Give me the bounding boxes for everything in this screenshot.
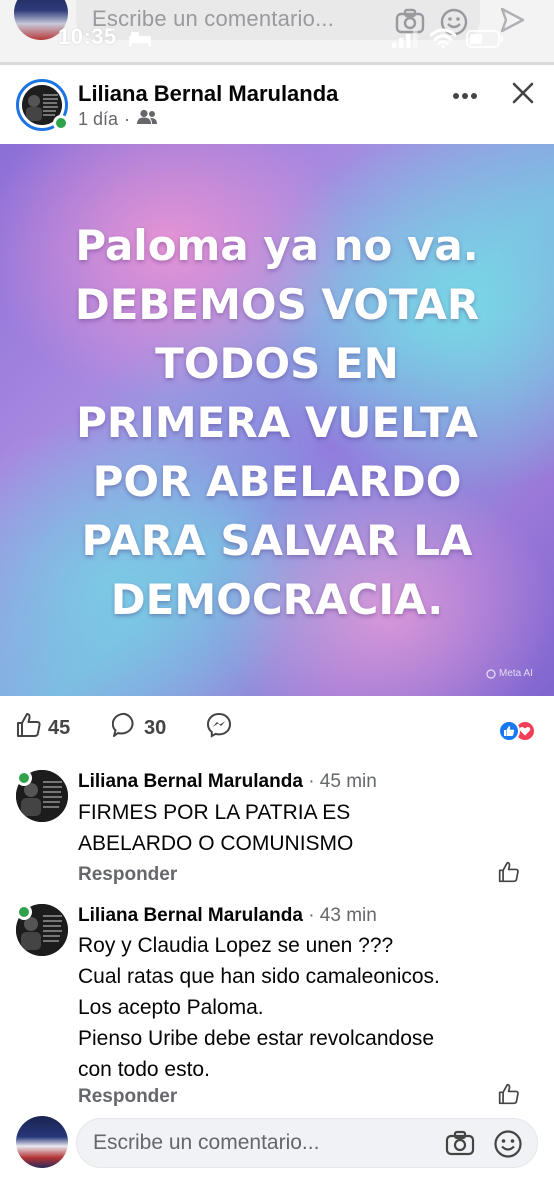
thumbs-up-icon (16, 712, 42, 744)
meta-ai-icon (486, 668, 496, 679)
comment-time[interactable]: · 43 min (308, 905, 377, 926)
post-image-line: PARA SALVAR LA (81, 516, 473, 565)
camera-icon[interactable] (445, 1129, 475, 1162)
messenger-icon (206, 712, 232, 744)
comment-line: con todo esto. (78, 1058, 210, 1081)
comment-time[interactable]: · 45 min (308, 771, 377, 792)
post-image[interactable]: Paloma ya no va. DEBEMOS VOTAR TODOS EN … (0, 144, 554, 696)
comment-avatar[interactable] (16, 904, 68, 956)
wifi-icon (429, 28, 457, 53)
post-image-line: TODOS EN (155, 339, 399, 388)
comment-count: 30 (144, 716, 167, 739)
comment-author-line: Liliana Bernal Marulanda · 45 min (78, 771, 377, 793)
meta-ai-watermark: Meta AI (486, 668, 533, 679)
friends-icon (136, 109, 158, 130)
comment-input-placeholder: Escribe un comentario... (92, 6, 335, 31)
divider (0, 62, 554, 65)
comment-author-line: Liliana Bernal Marulanda · 43 min (78, 905, 377, 927)
post-image-text: Paloma ya no va. DEBEMOS VOTAR TODOS EN … (0, 216, 554, 629)
comment-line: Pienso Uribe debe estar revolcandose (78, 1027, 435, 1050)
comment-text: Roy y Claudia Lopez se unen ??? Cual rat… (78, 930, 538, 1085)
comment-line: Los acepto Paloma. (78, 996, 264, 1019)
home-indicator-area (0, 1180, 554, 1200)
post-image-line: PRIMERA VUELTA (76, 398, 478, 447)
post-author-name[interactable]: Liliana Bernal Marulanda (78, 81, 338, 107)
online-status-dot (53, 115, 69, 131)
comment-author-name[interactable]: Liliana Bernal Marulanda (78, 905, 303, 926)
status-time: 10:35 (58, 24, 117, 49)
messenger-share-button[interactable] (206, 712, 232, 744)
reply-button[interactable]: Responder (78, 1086, 177, 1108)
like-reaction-icon (498, 720, 520, 742)
avatar[interactable] (16, 1116, 68, 1168)
close-icon[interactable] (510, 80, 536, 111)
comment-button[interactable]: 30 (111, 712, 167, 744)
post-detail-screen: Escribe un comentario... 10:35 Liliana B… (0, 0, 554, 1200)
like-button[interactable]: 45 (16, 712, 70, 744)
more-options-icon[interactable] (452, 86, 478, 100)
like-count: 45 (48, 716, 71, 739)
sleep-focus-icon (128, 30, 152, 51)
post-image-line: DEBEMOS VOTAR (74, 280, 480, 329)
post-image-line: Paloma ya no va. (75, 221, 479, 270)
author-avatar[interactable] (16, 79, 69, 131)
comment-like-icon[interactable] (498, 1083, 520, 1110)
post-actions: 45 30 (0, 706, 554, 746)
comment-author-name[interactable]: Liliana Bernal Marulanda (78, 771, 303, 792)
emoji-icon[interactable] (493, 1129, 523, 1164)
comment-line: Roy y Claudia Lopez se unen ??? (78, 934, 394, 957)
comment-like-icon[interactable] (498, 861, 520, 888)
post-header: Liliana Bernal Marulanda 1 día · (0, 66, 554, 144)
comment-avatar[interactable] (16, 770, 68, 822)
comment-input-placeholder: Escribe un comentario... (93, 1131, 320, 1154)
post-image-line: POR ABELARDO (92, 457, 462, 506)
reaction-summary[interactable] (498, 720, 542, 742)
post-meta: 1 día · (78, 109, 158, 130)
comment-text: FIRMES POR LA PATRIA ES ABELARDO O COMUN… (78, 797, 538, 859)
post-time[interactable]: 1 día (78, 109, 118, 130)
reply-button[interactable]: Responder (78, 864, 177, 886)
meta-separator: · (124, 109, 131, 129)
battery-icon (466, 30, 504, 53)
online-status-dot (16, 770, 32, 786)
meta-ai-label: Meta AI (499, 668, 533, 679)
online-status-dot (16, 904, 32, 920)
comment-line: FIRMES POR LA PATRIA ES (78, 801, 351, 824)
comment-input[interactable]: Escribe un comentario... (76, 1118, 538, 1168)
comment-line: Cual ratas que han sido camaleonicos. (78, 965, 440, 988)
post-image-line: DEMOCRACIA. (110, 575, 444, 624)
comment-line: ABELARDO O COMUNISMO (78, 832, 354, 855)
comment-bubble-icon (111, 712, 138, 744)
cellular-signal-icon (392, 30, 418, 53)
top-composer-bar: Escribe un comentario... 10:35 (0, 0, 554, 64)
